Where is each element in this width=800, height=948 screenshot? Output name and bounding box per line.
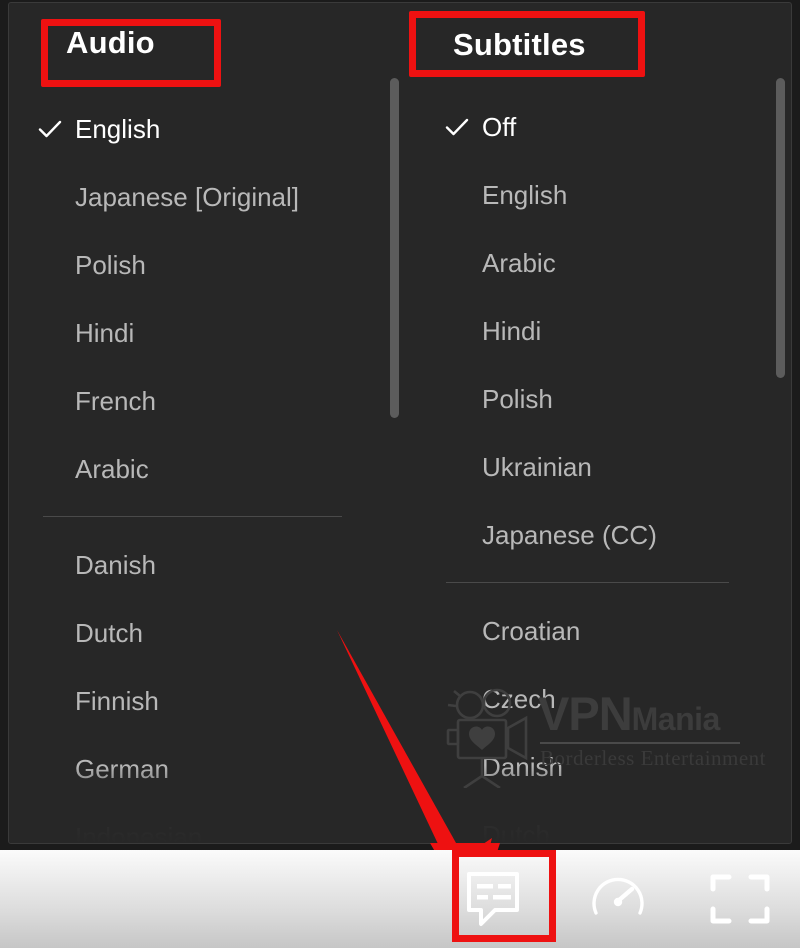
audio-option-indonesian[interactable]: Indonesian xyxy=(37,803,376,844)
subtitles-option-label: Arabic xyxy=(482,247,556,278)
audio-option-label: French xyxy=(75,385,156,416)
subtitles-option-list: Off English Arabic Hindi Polish Ukrainia… xyxy=(444,93,767,844)
player-control-bar xyxy=(0,850,800,948)
subtitles-list-divider xyxy=(446,582,729,583)
audio-option-danish[interactable]: Danish xyxy=(37,531,376,599)
audio-option-english[interactable]: English xyxy=(37,95,376,163)
audio-list-divider xyxy=(43,516,342,517)
subtitles-option-label: Japanese (CC) xyxy=(482,519,657,550)
subtitles-option-japanese-cc[interactable]: Japanese (CC) xyxy=(444,501,767,569)
playback-speed-button[interactable] xyxy=(586,867,650,931)
audio-option-list: English Japanese [Original] Polish Hindi… xyxy=(37,95,376,844)
subtitles-column: Subtitles Off English Arabic Hindi Polis… xyxy=(400,3,791,843)
subtitles-option-label: Ukrainian xyxy=(482,451,592,482)
audio-option-label: Dutch xyxy=(75,617,143,648)
subtitles-option-english[interactable]: English xyxy=(444,161,767,229)
audio-option-japanese[interactable]: Japanese [Original] xyxy=(37,163,376,231)
audio-list-scrollbar[interactable] xyxy=(390,73,399,813)
subtitles-option-polish[interactable]: Polish xyxy=(444,365,767,433)
subtitles-option-label: Czech xyxy=(482,683,556,714)
audio-option-finnish[interactable]: Finnish xyxy=(37,667,376,735)
subtitles-option-hindi[interactable]: Hindi xyxy=(444,297,767,365)
subtitles-option-dutch[interactable]: Dutch xyxy=(444,801,767,844)
audio-option-arabic[interactable]: Arabic xyxy=(37,435,376,503)
audio-subtitles-settings-popup: Audio English Japanese [Original] Polish… xyxy=(8,2,792,844)
subtitles-option-label: Dutch xyxy=(482,819,550,844)
audio-option-polish[interactable]: Polish xyxy=(37,231,376,299)
audio-column-title: Audio xyxy=(66,25,155,60)
subtitles-list-scrollbar[interactable] xyxy=(776,73,785,813)
audio-option-label: Indonesian xyxy=(75,821,203,844)
audio-option-label: Polish xyxy=(75,249,146,280)
audio-option-label: Arabic xyxy=(75,453,149,484)
checkmark-icon xyxy=(37,116,63,142)
audio-option-label: Finnish xyxy=(75,685,159,716)
subtitles-option-off[interactable]: Off xyxy=(444,93,767,161)
fullscreen-button[interactable] xyxy=(708,867,772,931)
subtitles-button[interactable] xyxy=(464,867,528,931)
subtitles-option-czech[interactable]: Czech xyxy=(444,665,767,733)
audio-option-hindi[interactable]: Hindi xyxy=(37,299,376,367)
audio-option-dutch[interactable]: Dutch xyxy=(37,599,376,667)
subtitles-option-croatian[interactable]: Croatian xyxy=(444,597,767,665)
subtitles-option-label: Croatian xyxy=(482,615,581,646)
audio-option-german[interactable]: German xyxy=(37,735,376,803)
subtitles-option-label: Danish xyxy=(482,751,563,782)
audio-option-label: German xyxy=(75,753,169,784)
subtitles-list-scrollbar-thumb[interactable] xyxy=(776,78,785,378)
audio-option-label: Japanese [Original] xyxy=(75,181,300,212)
audio-column: Audio English Japanese [Original] Polish… xyxy=(9,3,400,843)
subtitles-option-danish[interactable]: Danish xyxy=(444,733,767,801)
audio-list-scrollbar-thumb[interactable] xyxy=(390,78,399,418)
subtitles-option-ukrainian[interactable]: Ukrainian xyxy=(444,433,767,501)
subtitles-option-arabic[interactable]: Arabic xyxy=(444,229,767,297)
subtitles-option-label: Hindi xyxy=(482,315,542,346)
audio-option-label: Danish xyxy=(75,549,156,580)
audio-option-french[interactable]: French xyxy=(37,367,376,435)
subtitles-option-label: Polish xyxy=(482,383,553,414)
audio-option-label: Hindi xyxy=(75,317,135,348)
subtitles-option-label: English xyxy=(482,179,568,210)
checkmark-icon xyxy=(444,114,470,140)
subtitles-column-title: Subtitles xyxy=(453,27,586,62)
